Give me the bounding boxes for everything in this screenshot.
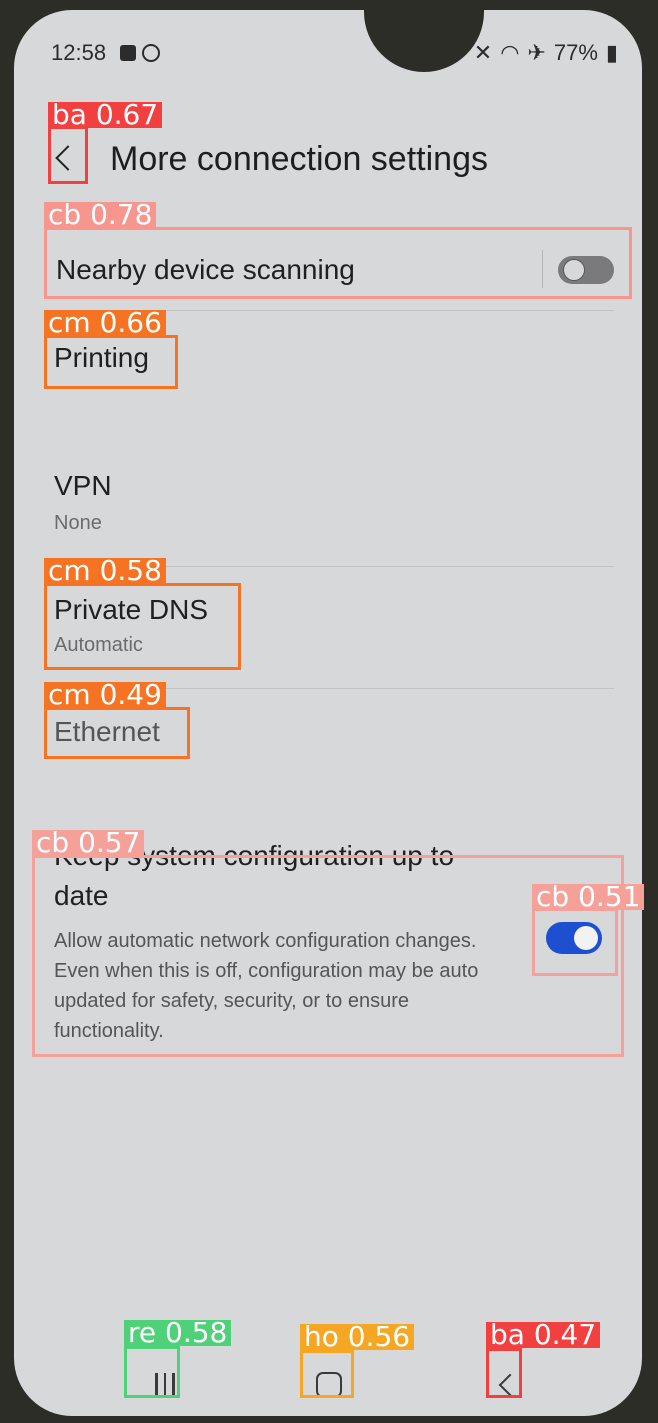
detection-label: cb 0.78 [44, 201, 157, 229]
wifi-icon: ◠ [500, 40, 520, 65]
detection-box [44, 583, 241, 670]
detection-label: ba 0.67 [48, 101, 163, 129]
battery-icon: ▮ [605, 40, 618, 65]
detection-box [124, 1346, 180, 1398]
vpn-value: None [54, 512, 102, 534]
battery-text: 77% [553, 40, 598, 65]
detection-label: re 0.58 [124, 1319, 232, 1347]
detection-label: cb 0.51 [532, 883, 645, 911]
detection-label: cm 0.58 [44, 557, 166, 585]
detection-box [300, 1350, 354, 1398]
status-bar: 12:58 ✕ ◠ ✈ 77% ▮ [14, 40, 642, 70]
circle-icon [142, 44, 160, 62]
mute-icon: ✕ [473, 40, 493, 65]
detection-box [486, 1348, 522, 1398]
clock: 12:58 [51, 40, 107, 65]
vpn-item[interactable]: VPN [54, 470, 112, 502]
detection-label: cm 0.49 [44, 681, 166, 709]
detection-box [532, 908, 618, 976]
detection-label: ba 0.47 [486, 1321, 601, 1349]
detection-label: cb 0.57 [32, 829, 145, 857]
detection-box [44, 335, 178, 389]
checkbox-icon [120, 45, 136, 61]
airplane-icon: ✈ [527, 40, 546, 65]
detection-box [48, 126, 88, 184]
detection-box [44, 227, 632, 299]
detection-label: ho 0.56 [300, 1323, 415, 1351]
detection-label: cm 0.66 [44, 309, 166, 337]
detection-box [44, 707, 190, 759]
page-title: More connection settings [110, 140, 488, 178]
